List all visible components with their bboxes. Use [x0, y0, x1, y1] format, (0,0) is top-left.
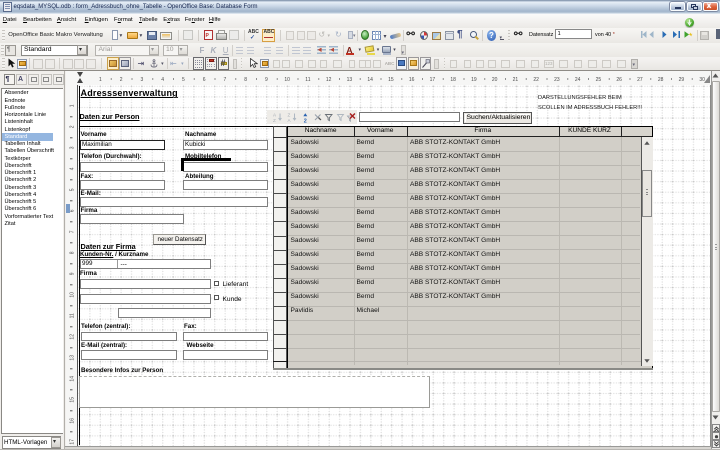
svg-text:24: 24 — [575, 77, 581, 83]
svg-text:16: 16 — [409, 77, 415, 83]
svg-text:9: 9 — [265, 77, 268, 83]
svg-text:5: 5 — [182, 77, 185, 83]
svg-text:8: 8 — [244, 77, 247, 83]
svg-text:3: 3 — [69, 146, 75, 149]
svg-text:2: 2 — [303, 118, 306, 124]
svg-text:6: 6 — [203, 77, 206, 83]
svg-text:16: 16 — [69, 418, 75, 424]
svg-text:28: 28 — [658, 77, 664, 83]
svg-text:14: 14 — [367, 77, 373, 83]
svg-text:3: 3 — [141, 77, 144, 83]
svg-text:23: 23 — [554, 77, 560, 83]
svg-text:20: 20 — [492, 77, 498, 83]
svg-text:19: 19 — [471, 77, 477, 83]
svg-text:Z: Z — [273, 118, 276, 123]
svg-text:10: 10 — [69, 292, 75, 298]
svg-text:7: 7 — [69, 230, 75, 233]
svg-text:13: 13 — [69, 355, 75, 361]
svg-text:5: 5 — [69, 188, 75, 191]
svg-text:13: 13 — [347, 77, 353, 83]
svg-text:1: 1 — [69, 104, 75, 107]
svg-text:27: 27 — [637, 77, 643, 83]
svg-text:9: 9 — [69, 272, 75, 275]
svg-text:4: 4 — [69, 167, 75, 170]
svg-text:Z: Z — [287, 112, 290, 117]
svg-text:26: 26 — [616, 77, 622, 83]
svg-text:11: 11 — [69, 313, 75, 318]
svg-text:7: 7 — [224, 77, 227, 83]
svg-text:14: 14 — [69, 376, 75, 382]
svg-text:6: 6 — [69, 209, 75, 212]
svg-text:1: 1 — [99, 77, 102, 83]
svg-text:15: 15 — [69, 397, 75, 403]
svg-text:8: 8 — [69, 251, 75, 254]
svg-text:11: 11 — [305, 77, 310, 83]
svg-text:A: A — [273, 112, 277, 117]
svg-text:25: 25 — [596, 77, 602, 83]
svg-text:15: 15 — [388, 77, 394, 83]
svg-text:2: 2 — [120, 77, 123, 83]
svg-text:29: 29 — [679, 77, 685, 83]
svg-text:2: 2 — [69, 125, 75, 128]
svg-text:12: 12 — [326, 77, 332, 83]
svg-text:18: 18 — [450, 77, 456, 83]
svg-text:10: 10 — [284, 77, 290, 83]
svg-text:21: 21 — [513, 77, 519, 83]
svg-text:12: 12 — [69, 334, 75, 340]
svg-text:22: 22 — [533, 77, 539, 83]
svg-text:A: A — [287, 118, 291, 123]
svg-text:17: 17 — [69, 439, 75, 445]
svg-text:17: 17 — [430, 77, 436, 83]
svg-text:4: 4 — [161, 77, 164, 83]
